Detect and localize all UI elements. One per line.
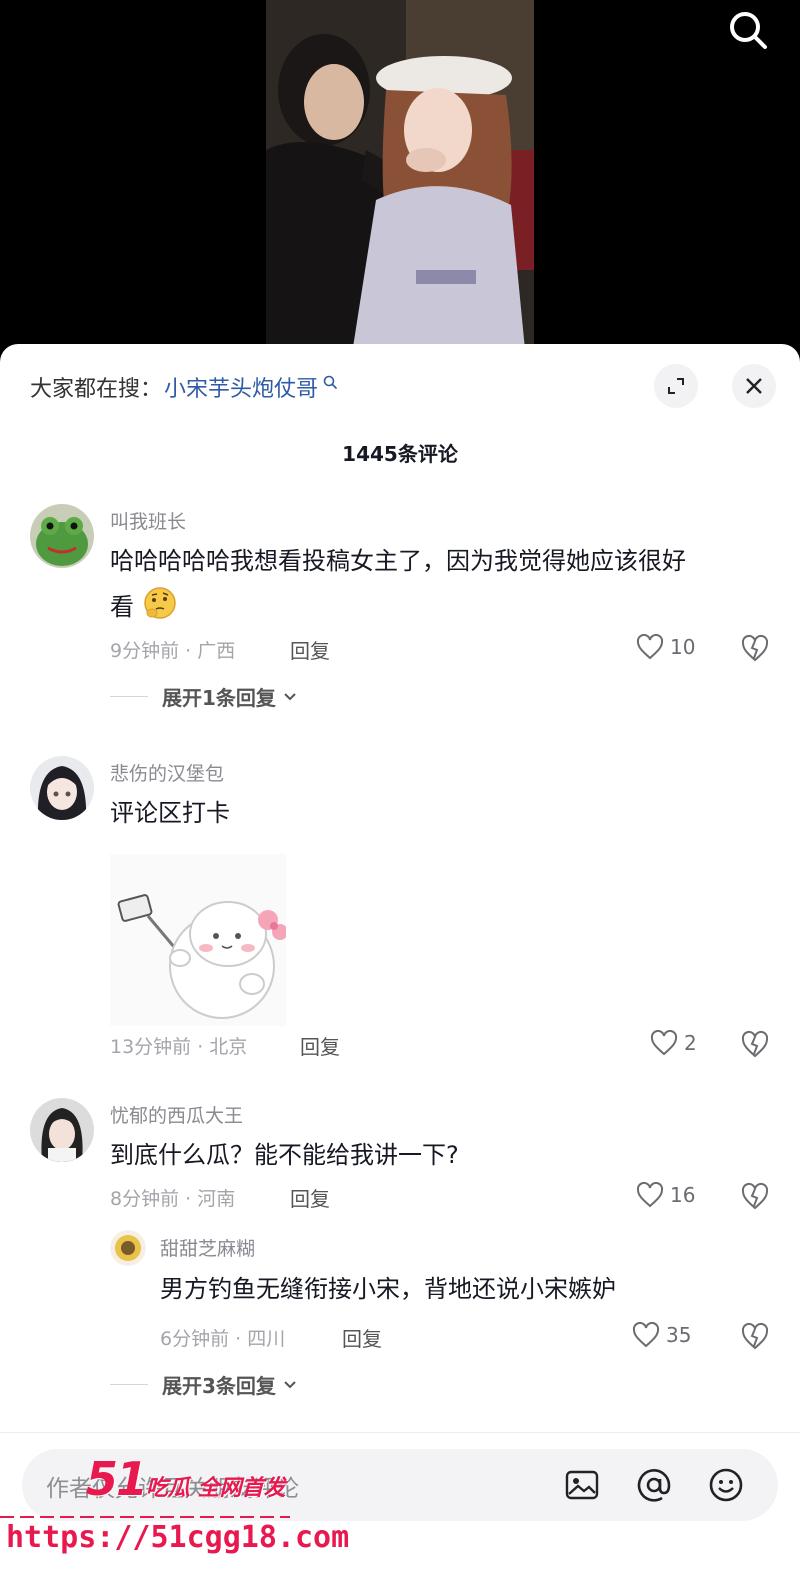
like-button[interactable]: 2 (650, 1030, 697, 1056)
chevron-down-icon (284, 1380, 296, 1388)
selfie-bun-sticker[interactable] (110, 854, 288, 1026)
comment-item: 忧郁的西瓜大王 到底什么瓜？能不能给我讲一下? 8分钟前 · 河南 回复 16 … (0, 1096, 800, 1426)
expand-replies-label: 展开3条回复 (162, 1374, 276, 1398)
reply-text: 男方钓鱼无缝衔接小宋，背地还说小宋嫉妒 (160, 1275, 616, 1303)
divider-line (110, 1384, 148, 1385)
comment-item: 叫我班长 哈哈哈哈哈我想看投稿女主了，因为我觉得她应该很好 看 9分钟前 · 广… (0, 502, 800, 722)
video-still-image (266, 0, 534, 360)
expand-icon (668, 378, 684, 394)
reply-button[interactable]: 回复 (300, 1031, 340, 1060)
expand-replies-label: 展开1条回复 (162, 686, 276, 710)
at-icon[interactable] (632, 1463, 676, 1507)
reply-button[interactable]: 回复 (290, 635, 330, 664)
expand-sheet-button[interactable] (654, 364, 698, 408)
comment-sheet: 大家都在搜： 小宋芋头炮仗哥 1445条评论 叫我班长 哈哈哈哈哈我想看投稿女主… (0, 344, 800, 1587)
broken-heart-icon[interactable] (740, 634, 770, 662)
comment-text-line: 看 (110, 593, 134, 621)
avatar[interactable] (30, 756, 94, 820)
sticker-image (110, 854, 288, 1026)
trending-search-prefix: 大家都在搜： (30, 377, 163, 402)
video-player[interactable] (0, 0, 800, 360)
close-icon (746, 378, 762, 394)
expand-replies-button[interactable]: 展开1条回复 (110, 682, 298, 711)
comment-item: 悲伤的汉堡包 评论区打卡 13分钟前 · 北京 回复 2 (0, 754, 800, 1064)
like-button[interactable]: 35 (632, 1322, 691, 1348)
image-icon[interactable] (560, 1463, 604, 1507)
broken-heart-icon[interactable] (740, 1030, 770, 1058)
anime-girl-avatar-image (30, 756, 94, 820)
reply-button[interactable]: 回复 (342, 1323, 382, 1352)
trending-search-term[interactable]: 小宋芋头炮仗哥 (164, 371, 318, 403)
heart-icon (636, 634, 664, 660)
reply-time-location: 6分钟前 · 四川 (160, 1328, 286, 1350)
avatar[interactable] (30, 1098, 94, 1162)
like-button[interactable]: 16 (636, 1182, 695, 1208)
like-count: 35 (666, 1323, 692, 1347)
heart-icon (636, 1182, 664, 1208)
commenter-name[interactable]: 悲伤的汉堡包 (110, 759, 224, 786)
comment-text: 到底什么瓜？能不能给我讲一下? (110, 1141, 459, 1169)
frog-avatar-image (30, 504, 94, 568)
emoji-icon[interactable] (704, 1463, 748, 1507)
comment-time-location: 13分钟前 · 北京 (110, 1036, 248, 1058)
video-frame (266, 0, 534, 360)
trending-search-row[interactable]: 大家都在搜： 小宋芋头炮仗哥 (30, 372, 338, 402)
expand-replies-button[interactable]: 展开3条回复 (110, 1370, 298, 1399)
like-count: 16 (670, 1183, 696, 1207)
heart-icon (632, 1322, 660, 1348)
avatar[interactable] (30, 504, 94, 568)
watermark-slogan: 吃瓜 全网首发 (146, 1476, 286, 1501)
reply-commenter-name[interactable]: 甜甜芝麻糊 (160, 1234, 255, 1261)
commenter-name[interactable]: 叫我班长 (110, 507, 186, 534)
search-mini-icon (323, 375, 337, 389)
comment-text-line: 哈哈哈哈哈我想看投稿女主了，因为我觉得她应该很好 (110, 547, 686, 575)
close-button[interactable] (732, 364, 776, 408)
comment-count-title: 1445条评论 (342, 442, 458, 466)
thinking-face-icon (143, 587, 176, 619)
broken-heart-icon[interactable] (740, 1182, 770, 1210)
reply-button[interactable]: 回复 (290, 1183, 330, 1212)
girl-avatar-image (30, 1098, 94, 1162)
broken-heart-icon[interactable] (740, 1322, 770, 1350)
like-count: 10 (670, 635, 696, 659)
reply-avatar[interactable] (110, 1230, 146, 1266)
comment-text: 哈哈哈哈哈我想看投稿女主了，因为我觉得她应该很好 看 (110, 538, 760, 630)
watermark-url: https://51cgg18.com (6, 1520, 350, 1555)
watermark-logo: 51 (86, 1452, 148, 1506)
sunflower-avatar-image (110, 1230, 146, 1266)
search-icon[interactable] (726, 8, 770, 52)
divider-line (110, 696, 148, 697)
comment-time-location: 8分钟前 · 河南 (110, 1188, 236, 1210)
commenter-name[interactable]: 忧郁的西瓜大王 (110, 1101, 243, 1128)
chevron-down-icon (284, 692, 296, 700)
comment-time-location: 9分钟前 · 广西 (110, 640, 236, 662)
comment-text: 评论区打卡 (110, 799, 230, 827)
like-button[interactable]: 10 (636, 634, 695, 660)
heart-icon (650, 1030, 678, 1056)
like-count: 2 (684, 1031, 697, 1055)
